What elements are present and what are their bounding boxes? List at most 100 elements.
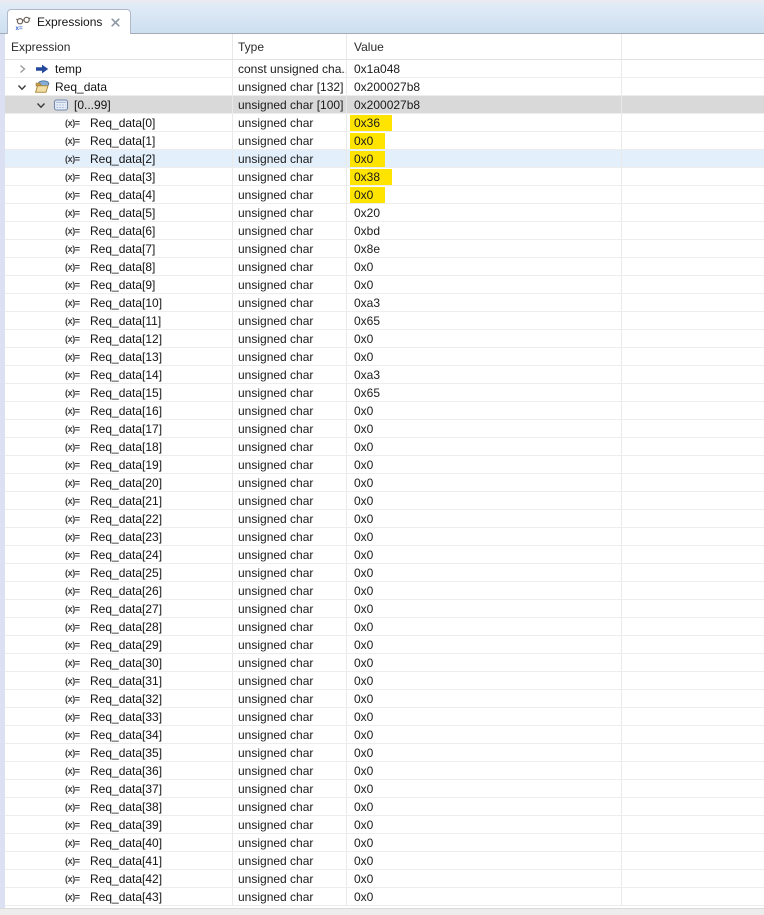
- tree-row-req-data-22[interactable]: (x)= Req_data[22] unsigned char 0x0: [5, 510, 764, 528]
- expression-cell: (x)= Req_data[30]: [5, 654, 233, 671]
- tree-row-req-data-30[interactable]: (x)= Req_data[30] unsigned char 0x0: [5, 654, 764, 672]
- tree-row-req-data-26[interactable]: (x)= Req_data[26] unsigned char 0x0: [5, 582, 764, 600]
- tree-row-req-data-3[interactable]: (x)= Req_data[3] unsigned char 0x38: [5, 168, 764, 186]
- tree-row-req-data-18[interactable]: (x)= Req_data[18] unsigned char 0x0: [5, 438, 764, 456]
- expression-label: Req_data[1]: [90, 133, 156, 148]
- value-cell: 0x36: [347, 114, 622, 131]
- value-cell: 0x0: [347, 780, 622, 797]
- expression-label: Req_data[38]: [90, 799, 163, 814]
- tree-row-req-data-41[interactable]: (x)= Req_data[41] unsigned char 0x0: [5, 852, 764, 870]
- extra-cell: [622, 654, 764, 671]
- tree-row-req-data-31[interactable]: (x)= Req_data[31] unsigned char 0x0: [5, 672, 764, 690]
- value-cell: 0x0: [347, 510, 622, 527]
- expression-cell: (x)= Req_data[18]: [5, 438, 233, 455]
- tree-row-req-data-42[interactable]: (x)= Req_data[42] unsigned char 0x0: [5, 870, 764, 888]
- tree-row-req-data-33[interactable]: (x)= Req_data[33] unsigned char 0x0: [5, 708, 764, 726]
- tree-row-req-data-34[interactable]: (x)= Req_data[34] unsigned char 0x0: [5, 726, 764, 744]
- variable-xequals-icon: (x)=: [65, 135, 80, 146]
- value-cell: 0x0: [347, 582, 622, 599]
- tree-row-req-data-5[interactable]: (x)= Req_data[5] unsigned char 0x20: [5, 204, 764, 222]
- tree-row-req-data-15[interactable]: (x)= Req_data[15] unsigned char 0x65: [5, 384, 764, 402]
- value-cell: 0x0: [347, 834, 622, 851]
- tree-row-req-data-10[interactable]: (x)= Req_data[10] unsigned char 0xa3: [5, 294, 764, 312]
- expression-cell: (x)= Req_data[40]: [5, 834, 233, 851]
- column-header-expression[interactable]: Expression: [5, 34, 233, 59]
- chevron-down-icon[interactable]: [13, 81, 31, 93]
- extra-cell: [622, 384, 764, 401]
- extra-cell: [622, 564, 764, 581]
- type-cell: unsigned char: [233, 150, 347, 167]
- tree-row-req-data-11[interactable]: (x)= Req_data[11] unsigned char 0x65: [5, 312, 764, 330]
- tree-row-req-data-27[interactable]: (x)= Req_data[27] unsigned char 0x0: [5, 600, 764, 618]
- extra-cell: [622, 114, 764, 131]
- tree-row-req-data-2[interactable]: (x)= Req_data[2] unsigned char 0x0: [5, 150, 764, 168]
- tree-row-req-data-12[interactable]: (x)= Req_data[12] unsigned char 0x0: [5, 330, 764, 348]
- tree-row-req-data-39[interactable]: (x)= Req_data[39] unsigned char 0x0: [5, 816, 764, 834]
- tree-row-req-data-7[interactable]: (x)= Req_data[7] unsigned char 0x8e: [5, 240, 764, 258]
- expression-cell: (x)= Req_data[23]: [5, 528, 233, 545]
- tree-row-req-data-36[interactable]: (x)= Req_data[36] unsigned char 0x0: [5, 762, 764, 780]
- highlighted-value: 0x0: [350, 186, 386, 203]
- tree-row-req-data-19[interactable]: (x)= Req_data[19] unsigned char 0x0: [5, 456, 764, 474]
- tree-row-req-data-24[interactable]: (x)= Req_data[24] unsigned char 0x0: [5, 546, 764, 564]
- expression-label: Req_data[40]: [90, 835, 163, 850]
- tree-row-req-data-6[interactable]: (x)= Req_data[6] unsigned char 0xbd: [5, 222, 764, 240]
- expression-cell: (x)= Req_data[15]: [5, 384, 233, 401]
- value-cell: 0x0: [347, 762, 622, 779]
- value-cell: 0x0: [347, 402, 622, 419]
- tree-row-req-data-20[interactable]: (x)= Req_data[20] unsigned char 0x0: [5, 474, 764, 492]
- tree-row-req-data-25[interactable]: (x)= Req_data[25] unsigned char 0x0: [5, 564, 764, 582]
- expression-label: Req_data[22]: [90, 511, 163, 526]
- tree-row-req-data-23[interactable]: (x)= Req_data[23] unsigned char 0x0: [5, 528, 764, 546]
- value-cell: 0x0: [347, 438, 622, 455]
- tab-expressions[interactable]: x= Expressions: [7, 9, 132, 34]
- expression-cell: (x)= Req_data[17]: [5, 420, 233, 437]
- horizontal-scrollbar[interactable]: [0, 908, 764, 915]
- tree-row-req-data-16[interactable]: (x)= Req_data[16] unsigned char 0x0: [5, 402, 764, 420]
- variable-xequals-icon: (x)=: [65, 675, 80, 686]
- tree-row-req-data-14[interactable]: (x)= Req_data[14] unsigned char 0xa3: [5, 366, 764, 384]
- tree-row-req-data-4[interactable]: (x)= Req_data[4] unsigned char 0x0: [5, 186, 764, 204]
- expression-label: Req_data[23]: [90, 529, 163, 544]
- tree-row-req-data-8[interactable]: (x)= Req_data[8] unsigned char 0x0: [5, 258, 764, 276]
- variable-xequals-icon: (x)=: [65, 459, 80, 470]
- type-cell: unsigned char: [233, 366, 347, 383]
- tab-close-icon[interactable]: [108, 15, 122, 29]
- tree-row-req-data-43[interactable]: (x)= Req_data[43] unsigned char 0x0: [5, 888, 764, 906]
- variable-xequals-icon: (x)=: [65, 549, 80, 560]
- expressions-glasses-icon: x=: [15, 14, 31, 30]
- chevron-right-icon[interactable]: [13, 63, 31, 75]
- tree-row-temp[interactable]: temp const unsigned cha... 0x1a048: [5, 60, 764, 78]
- expression-cell: (x)= Req_data[35]: [5, 744, 233, 761]
- tree-row-req-data-35[interactable]: (x)= Req_data[35] unsigned char 0x0: [5, 744, 764, 762]
- tree-row-req-data-40[interactable]: (x)= Req_data[40] unsigned char 0x0: [5, 834, 764, 852]
- expression-label: Req_data[11]: [90, 313, 162, 328]
- chevron-down-icon[interactable]: [32, 99, 50, 111]
- value-cell: 0xa3: [347, 366, 622, 383]
- tree-row-req-data-17[interactable]: (x)= Req_data[17] unsigned char 0x0: [5, 420, 764, 438]
- tree-row-req-data-28[interactable]: (x)= Req_data[28] unsigned char 0x0: [5, 618, 764, 636]
- tree-row-req-data[interactable]: Req_data unsigned char [132] 0x200027b8: [5, 78, 764, 96]
- column-header-type[interactable]: Type: [233, 34, 347, 59]
- value-cell: 0x8e: [347, 240, 622, 257]
- expression-label: Req_data[26]: [90, 583, 163, 598]
- column-header-extra[interactable]: [622, 34, 764, 59]
- tree-row-req-data-38[interactable]: (x)= Req_data[38] unsigned char 0x0: [5, 798, 764, 816]
- variable-xequals-icon: (x)=: [65, 639, 80, 650]
- tree-row-req-data-29[interactable]: (x)= Req_data[29] unsigned char 0x0: [5, 636, 764, 654]
- value-cell: 0x0: [347, 564, 622, 581]
- tree-row-req-data-0[interactable]: (x)= Req_data[0] unsigned char 0x36: [5, 114, 764, 132]
- tree-row-0-99[interactable]: [0...99] unsigned char [100] 0x200027b8: [5, 96, 764, 114]
- tree-row-req-data-1[interactable]: (x)= Req_data[1] unsigned char 0x0: [5, 132, 764, 150]
- tree-row-req-data-13[interactable]: (x)= Req_data[13] unsigned char 0x0: [5, 348, 764, 366]
- type-cell: unsigned char: [233, 798, 347, 815]
- variable-xequals-icon: (x)=: [65, 153, 80, 164]
- tree-row-req-data-9[interactable]: (x)= Req_data[9] unsigned char 0x0: [5, 276, 764, 294]
- tree-row-req-data-32[interactable]: (x)= Req_data[32] unsigned char 0x0: [5, 690, 764, 708]
- column-header-value[interactable]: Value: [347, 34, 622, 59]
- tree-row-req-data-21[interactable]: (x)= Req_data[21] unsigned char 0x0: [5, 492, 764, 510]
- type-cell: unsigned char: [233, 492, 347, 509]
- column-header-row: Expression Type Value: [5, 34, 764, 60]
- tree-row-req-data-37[interactable]: (x)= Req_data[37] unsigned char 0x0: [5, 780, 764, 798]
- value-cell: 0x38: [347, 168, 622, 185]
